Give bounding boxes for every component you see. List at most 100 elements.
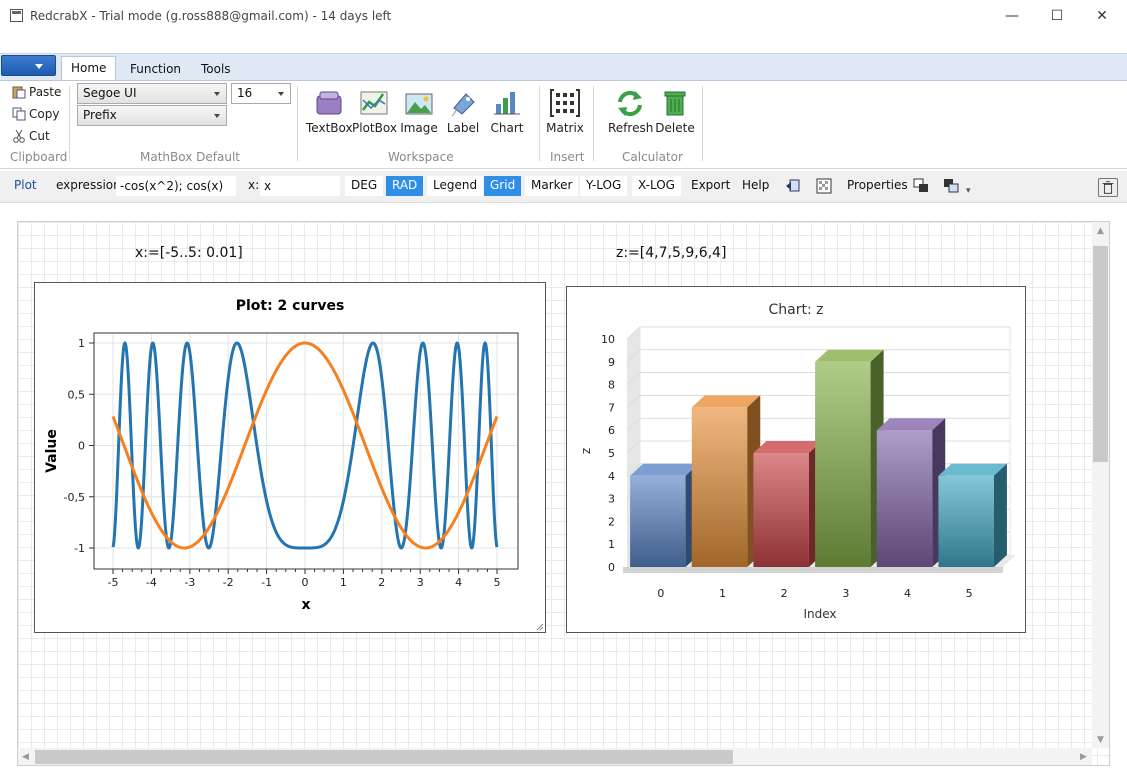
trash-icon[interactable] [1098,178,1118,197]
cut-icon [13,129,25,143]
label-button[interactable]: Label [441,86,485,135]
label-icon [451,93,475,117]
plotbox-icon [360,91,388,115]
chart-x-tick-label: 0 [657,587,664,600]
paste-button[interactable]: Paste [12,85,61,99]
send-to-back-icon[interactable] [943,178,959,194]
delete-button[interactable]: Delete [653,86,697,135]
chart-y-tick-label: 0 [608,561,615,574]
expression-input[interactable]: -cos(x^2); cos(x) [116,176,236,196]
plotbox-button[interactable]: PlotBox [352,86,397,135]
plot-x-tick-label: -4 [146,576,157,589]
x-log-button[interactable]: X-LOG [632,176,681,196]
chart-x-tick-label: 5 [966,587,973,600]
insert-group-label: Insert [550,150,585,164]
tab-function[interactable]: Function [121,58,190,80]
scroll-right-icon[interactable]: ▶ [1080,752,1087,762]
properties-button[interactable]: Properties [841,176,914,196]
notation-select[interactable]: Prefix [77,105,227,126]
paste-icon [12,86,26,99]
chart-bar-side [993,463,1007,567]
maximize-button[interactable]: ☐ [1035,4,1079,28]
y-log-button[interactable]: Y-LOG [580,176,628,196]
chart-y-tick-label: 7 [608,401,615,414]
refresh-button[interactable]: Refresh [608,86,653,135]
chart-bar [753,453,809,567]
plot-y-tick-label: -0,5 [64,491,85,504]
chart-y-ticks: 0 1 2 3 4 5 6 7 8 9 10 [601,333,615,574]
plot-y-axis-label: Value [44,429,60,473]
workspace-group-label: Workspace [388,150,454,164]
delete-icon [664,91,686,116]
legend-button[interactable]: Legend [427,176,484,196]
plot-x-tick-label: -5 [108,576,119,589]
chart-x-axis-label: Index [803,607,836,621]
vertical-scroll-thumb[interactable] [1093,246,1108,462]
x-definition[interactable]: x:=[-5..5: 0.01] [135,245,243,261]
bring-to-front-icon[interactable] [913,178,929,194]
plot-y-tick-label: 0 [78,440,85,453]
marker-button[interactable]: Marker [525,176,579,196]
plot-indicator: Plot [14,178,37,192]
textbox-icon [316,91,342,115]
app-menu-button[interactable] [1,55,56,76]
copy-button[interactable]: Copy [12,107,59,121]
chart-bar [815,361,871,567]
scroll-left-icon[interactable]: ◀ [22,752,29,762]
image-button[interactable]: Image [397,86,441,135]
close-button[interactable]: ✕ [1080,4,1124,28]
scroll-down-icon[interactable]: ▼ [1097,735,1104,745]
toolbar-overflow-icon[interactable]: ▾ [966,186,971,196]
plot-box[interactable]: Plot: 2 curves -5 -4 -3 -2 -1 0 1 2 3 4 5 1 0,5 0 -0,… [34,282,546,633]
transparency-icon[interactable] [816,178,832,194]
z-definition[interactable]: z:=[4,7,5,9,6,4] [616,245,726,261]
plot-x-tick-label: -2 [223,576,234,589]
plot-x-tick-label: 0 [302,576,309,589]
ribbon-separator [69,86,70,161]
resize-grip-icon[interactable] [536,623,544,631]
chart-x-tick-label: 2 [781,587,788,600]
help-button[interactable]: Help [736,176,775,196]
deg-button[interactable]: DEG [345,176,384,196]
ribbon-separator [539,86,540,161]
export-button[interactable]: Export [685,176,736,196]
chart-y-tick-label: 2 [608,515,615,528]
tab-tools[interactable]: Tools [192,58,240,80]
font-select[interactable]: Segoe UI [77,83,227,104]
calculator-group-label: Calculator [622,150,683,164]
textbox-button[interactable]: TextBox [306,86,353,135]
rad-button[interactable]: RAD [386,176,424,196]
image-icon [405,93,433,115]
tab-home[interactable]: Home [61,56,117,81]
chart-label: Chart [490,121,524,135]
plot-y-tick-label: 0,5 [68,388,86,401]
bar-chart: Chart: z 0 1 2 3 4 5 6 7 8 9 10 0 1 2 3 4 5 Index z [579,302,1016,621]
plot-title: Plot: 2 curves [236,298,345,314]
chart-bar [938,475,994,567]
chart-box[interactable]: Chart: z 0 1 2 3 4 5 6 7 8 9 10 0 1 2 3 4 5 Index z [566,286,1026,633]
chart-y-tick-label: 6 [608,424,615,437]
chart-button[interactable]: Chart [485,86,529,135]
plot-x-tick-label: 3 [417,576,424,589]
minimize-button[interactable]: — [990,4,1034,28]
grid-button[interactable]: Grid [484,176,522,196]
chart-x-tick-label: 4 [904,587,911,600]
plot-x-axis-label: x [301,597,310,613]
chart-y-axis-label: z [579,448,593,454]
horizontal-scroll-thumb[interactable] [35,750,733,764]
chart-bar [691,407,748,567]
chart-title: Chart: z [769,302,824,318]
plot-x-ticks: -5 -4 -3 -2 -1 0 1 2 3 4 5 [108,569,501,589]
chart-x-tick-label: 3 [842,587,849,600]
cut-button[interactable]: Cut [12,129,50,143]
matrix-button[interactable]: Matrix [543,86,587,135]
chart-y-tick-label: 5 [608,447,615,460]
chart-y-tick-label: 4 [608,470,615,483]
plot-x-tick-label: 4 [455,576,462,589]
x-variable-input[interactable]: x [260,176,340,196]
chart-y-tick-label: 3 [608,493,615,506]
font-size-select[interactable]: 16 [231,83,291,104]
copy-plot-icon[interactable] [785,178,801,194]
scroll-up-icon[interactable]: ▲ [1097,226,1104,236]
clipboard-group-label: Clipboard [10,150,68,164]
